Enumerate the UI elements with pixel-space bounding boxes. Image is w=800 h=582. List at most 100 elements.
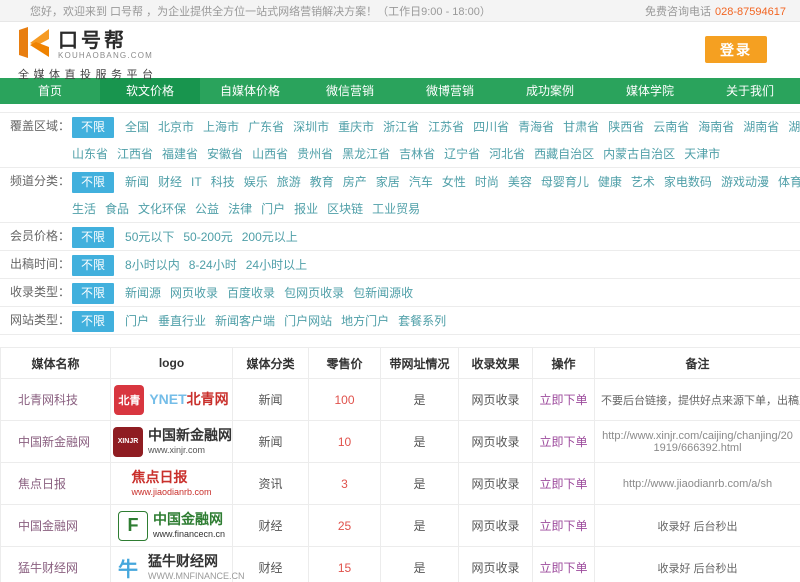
order-now-link[interactable]: 立即下单 bbox=[533, 379, 595, 421]
filter-option[interactable]: 网页收录 bbox=[170, 280, 218, 306]
filter-option-active[interactable]: 不限 bbox=[72, 283, 114, 304]
brand-logo[interactable]: 口号帮 KOUHAOBANG.COM 全媒体直投服务平台 bbox=[18, 27, 800, 82]
filter-option[interactable]: 云南省 bbox=[653, 114, 689, 140]
filter-option[interactable]: 内蒙古自治区 bbox=[603, 141, 675, 167]
order-now-link[interactable]: 立即下单 bbox=[533, 547, 595, 582]
filter-option[interactable]: 福建省 bbox=[162, 141, 198, 167]
filter-option[interactable]: 家居 bbox=[376, 169, 400, 195]
table-row: 中国金融网 F 中国金融网 www.financecn.cn 财经 25 是 网… bbox=[1, 505, 800, 547]
filter-option[interactable]: 地方门户 bbox=[341, 308, 389, 334]
filter-option[interactable]: 艺术 bbox=[631, 169, 655, 195]
order-now-link[interactable]: 立即下单 bbox=[533, 505, 595, 547]
filter-option[interactable]: 百度收录 bbox=[227, 280, 275, 306]
filter-option[interactable]: 重庆市 bbox=[338, 114, 374, 140]
filter-option[interactable]: 教育 bbox=[310, 169, 334, 195]
filter-option[interactable]: 河北省 bbox=[489, 141, 525, 167]
filter-option[interactable]: 法律 bbox=[228, 196, 252, 222]
filter-option[interactable]: 山东省 bbox=[72, 141, 108, 167]
column-header: 媒体名称 bbox=[1, 348, 111, 379]
media-name-link[interactable]: 中国金融网 bbox=[1, 505, 111, 547]
filter-option[interactable]: 陕西省 bbox=[608, 114, 644, 140]
filter-option[interactable]: 北京市 bbox=[158, 114, 194, 140]
filter-option[interactable]: 新闻源 bbox=[125, 280, 161, 306]
column-header: 备注 bbox=[595, 348, 800, 379]
filter-option[interactable]: 西藏自治区 bbox=[534, 141, 594, 167]
filter-option[interactable]: 全国 bbox=[125, 114, 149, 140]
filter-option-active[interactable]: 不限 bbox=[72, 172, 114, 193]
filter-option[interactable]: 汽车 bbox=[409, 169, 433, 195]
filter-option[interactable]: 50元以下 bbox=[125, 224, 174, 250]
filter-option[interactable]: 200元以上 bbox=[242, 224, 298, 250]
filter-option[interactable]: 区块链 bbox=[327, 196, 363, 222]
filter-label: 会员价格： bbox=[10, 223, 72, 250]
filter-option-active[interactable]: 不限 bbox=[72, 311, 114, 332]
filter-option[interactable]: 江苏省 bbox=[428, 114, 464, 140]
filter-label: 收录类型： bbox=[10, 279, 72, 306]
order-now-link[interactable]: 立即下单 bbox=[533, 463, 595, 505]
filter-option[interactable]: 广东省 bbox=[248, 114, 284, 140]
filter-option[interactable]: 江西省 bbox=[117, 141, 153, 167]
filter-option[interactable]: 天津市 bbox=[684, 141, 720, 167]
filter-option[interactable]: 四川省 bbox=[473, 114, 509, 140]
filter-option[interactable]: 套餐系列 bbox=[398, 308, 446, 334]
filter-option-active[interactable]: 不限 bbox=[72, 117, 114, 138]
remark-cell: 不要后台链接，提供好点来源下单，出稿几 bbox=[595, 379, 800, 421]
filter-option[interactable]: 门户 bbox=[125, 308, 149, 334]
filter-option[interactable]: 50-200元 bbox=[183, 224, 232, 250]
filter-option[interactable]: 深圳市 bbox=[293, 114, 329, 140]
login-button[interactable]: 登录 bbox=[705, 36, 767, 63]
filter-option[interactable]: 垂直行业 bbox=[158, 308, 206, 334]
filter-option[interactable]: 时尚 bbox=[475, 169, 499, 195]
filter-option[interactable]: 女性 bbox=[442, 169, 466, 195]
filter-option[interactable]: 黑龙江省 bbox=[342, 141, 390, 167]
filter-option[interactable]: 新闻客户端 bbox=[215, 308, 275, 334]
media-name-link[interactable]: 猛牛财经网 bbox=[1, 547, 111, 582]
filter-option-active[interactable]: 不限 bbox=[72, 227, 114, 248]
filter-option[interactable]: 青海省 bbox=[518, 114, 554, 140]
filter-option[interactable]: 房产 bbox=[343, 169, 367, 195]
filter-option[interactable]: 湖南省 bbox=[743, 114, 779, 140]
filter-option[interactable]: 山西省 bbox=[252, 141, 288, 167]
filter-option[interactable]: 辽宁省 bbox=[444, 141, 480, 167]
filter-option-active[interactable]: 不限 bbox=[72, 255, 114, 276]
filter-option[interactable]: 门户网站 bbox=[284, 308, 332, 334]
filter-option[interactable]: 财经 bbox=[158, 169, 182, 195]
filter-option[interactable]: 母婴育儿 bbox=[541, 169, 589, 195]
filter-option[interactable]: 工业贸易 bbox=[372, 196, 420, 222]
filter-option[interactable]: 食品 bbox=[105, 196, 129, 222]
media-name-link[interactable]: 焦点日报 bbox=[1, 463, 111, 505]
filter-option[interactable]: 游戏动漫 bbox=[721, 169, 769, 195]
filter-option[interactable]: 24小时以上 bbox=[246, 252, 307, 278]
filter-option[interactable]: 8-24小时 bbox=[189, 252, 237, 278]
filter-option[interactable]: 报业 bbox=[294, 196, 318, 222]
filter-option[interactable]: 旅游 bbox=[277, 169, 301, 195]
filter-option[interactable]: 美容 bbox=[508, 169, 532, 195]
filter-option[interactable]: 浙江省 bbox=[383, 114, 419, 140]
filter-option[interactable]: 吉林省 bbox=[399, 141, 435, 167]
filter-option[interactable]: 甘肃省 bbox=[563, 114, 599, 140]
filter-option[interactable]: 家电数码 bbox=[664, 169, 712, 195]
category-cell: 新闻 bbox=[233, 379, 309, 421]
filter-option[interactable]: 生活 bbox=[72, 196, 96, 222]
order-now-link[interactable]: 立即下单 bbox=[533, 421, 595, 463]
filter-option[interactable]: 8小时以内 bbox=[125, 252, 180, 278]
filter-option[interactable]: 上海市 bbox=[203, 114, 239, 140]
filter-option[interactable]: 包新闻源收 bbox=[353, 280, 413, 306]
media-name-link[interactable]: 北青网科技 bbox=[1, 379, 111, 421]
filter-option[interactable]: 新闻 bbox=[125, 169, 149, 195]
filter-option[interactable]: 娱乐 bbox=[244, 169, 268, 195]
filter-option[interactable]: 海南省 bbox=[698, 114, 734, 140]
filter-option[interactable]: 科技 bbox=[211, 169, 235, 195]
filter-option[interactable]: 门户 bbox=[261, 196, 285, 222]
filter-option[interactable]: 湖北省 bbox=[788, 114, 800, 140]
media-name-link[interactable]: 中国新金融网 bbox=[1, 421, 111, 463]
filter-option[interactable]: 文化环保 bbox=[138, 196, 186, 222]
filter-option[interactable]: 体育 bbox=[778, 169, 800, 195]
filter-option[interactable]: 包网页收录 bbox=[284, 280, 344, 306]
column-header: 操作 bbox=[533, 348, 595, 379]
filter-option[interactable]: 安徽省 bbox=[207, 141, 243, 167]
filter-option[interactable]: 贵州省 bbox=[297, 141, 333, 167]
filter-option[interactable]: 公益 bbox=[195, 196, 219, 222]
filter-option[interactable]: IT bbox=[191, 169, 202, 195]
filter-option[interactable]: 健康 bbox=[598, 169, 622, 195]
